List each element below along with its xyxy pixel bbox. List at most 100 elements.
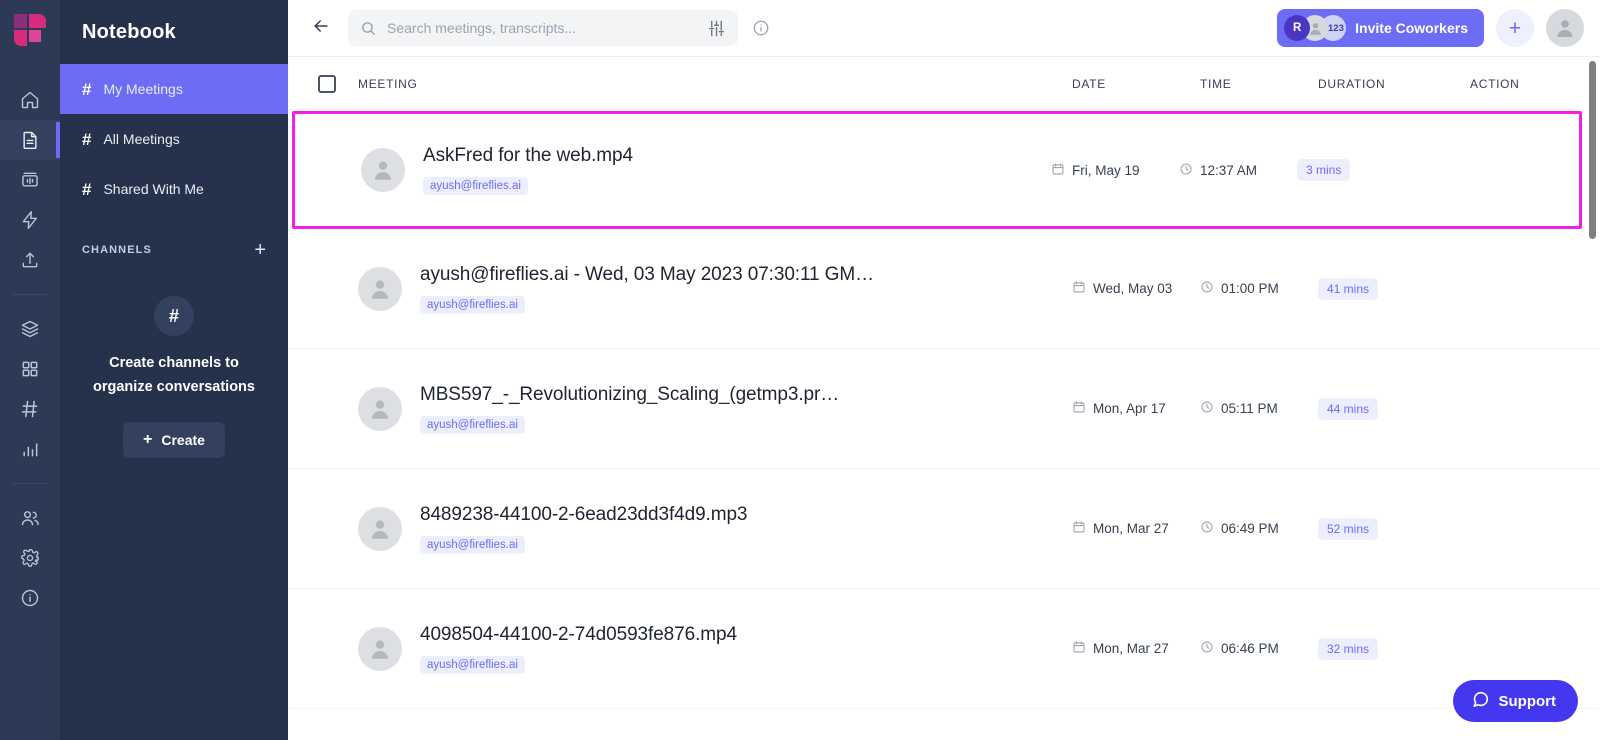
filter-sliders-icon[interactable]: [707, 19, 726, 38]
duration-badge: 52 mins: [1318, 517, 1379, 540]
meeting-cell: ayush@fireflies.ai - Wed, 03 May 2023 07…: [358, 264, 1072, 314]
table-row[interactable]: MBS597_-_Revolutionizing_Scaling_(getmp3…: [288, 349, 1600, 469]
meeting-cell: MBS597_-_Revolutionizing_Scaling_(getmp3…: [358, 384, 1072, 434]
table-row[interactable]: ayush@fireflies.ai - Wed, 03 May 2023 07…: [288, 229, 1600, 349]
meeting-avatar: [358, 266, 402, 311]
duration-badge: 44 mins: [1318, 397, 1379, 420]
rail-item-notebook[interactable]: [0, 120, 60, 160]
meeting-avatar: [358, 626, 402, 671]
sidebar-item-shared-with-me[interactable]: # Shared With Me: [60, 164, 288, 214]
meeting-title[interactable]: AskFred for the web.mp4: [423, 145, 633, 167]
search-input[interactable]: [387, 20, 697, 36]
rail-item-automations[interactable]: [0, 200, 60, 240]
meeting-owner-badge: ayush@fireflies.ai: [420, 415, 525, 434]
upload-icon: [20, 250, 40, 270]
clock-icon: [1200, 520, 1214, 537]
column-header-time: TIME: [1200, 77, 1232, 91]
invite-coworkers-button[interactable]: R +123 Invite Coworkers: [1277, 9, 1484, 47]
meeting-owner-badge: ayush@fireflies.ai: [420, 295, 525, 314]
sidebar-item-label: Shared With Me: [103, 181, 204, 197]
meeting-owner-badge: ayush@fireflies.ai: [420, 655, 525, 674]
document-icon: [20, 130, 40, 150]
rail-item-help[interactable]: [0, 578, 60, 618]
date-value: Mon, Mar 27: [1093, 641, 1169, 656]
rail-item-settings[interactable]: [0, 538, 60, 578]
rail-item-soundbites[interactable]: [0, 160, 60, 200]
meeting-title[interactable]: 8489238-44100-2-6ead23dd3f4d9.mp3: [420, 504, 747, 526]
date-cell: Mon, Apr 17: [1072, 400, 1200, 417]
rail-item-channels[interactable]: [0, 389, 60, 429]
select-all-checkbox[interactable]: [318, 75, 336, 93]
calendar-icon: [1072, 280, 1086, 297]
date-value: Mon, Mar 27: [1093, 521, 1169, 536]
meeting-info: ayush@fireflies.ai - Wed, 03 May 2023 07…: [420, 264, 874, 314]
invite-coworkers-label: Invite Coworkers: [1355, 20, 1468, 36]
search-bar[interactable]: [348, 10, 738, 46]
hash-icon: #: [82, 79, 92, 99]
grid-icon: [20, 359, 40, 379]
time-cell: 05:11 PM: [1200, 400, 1318, 417]
channels-label: CHANNELS: [82, 244, 152, 256]
user-avatar[interactable]: [1546, 9, 1584, 47]
rail-item-analytics[interactable]: [0, 429, 60, 469]
date-cell: Fri, May 19: [1051, 162, 1179, 179]
table-row[interactable]: 4098504-44100-2-74d0593fe876.mp4 ayush@fi…: [288, 589, 1600, 709]
back-button[interactable]: [308, 15, 334, 41]
page-title: Notebook: [82, 20, 176, 43]
meeting-info: 4098504-44100-2-74d0593fe876.mp4 ayush@fi…: [420, 624, 737, 674]
duration-badge: 41 mins: [1318, 277, 1379, 300]
info-circle-icon[interactable]: [752, 19, 770, 37]
date-cell: Mon, Mar 27: [1072, 640, 1200, 657]
fireflies-logo[interactable]: [0, 0, 60, 60]
clock-icon: [1200, 400, 1214, 417]
meeting-title[interactable]: 4098504-44100-2-74d0593fe876.mp4: [420, 624, 737, 646]
calendar-icon: [1072, 520, 1086, 537]
lightning-icon: [20, 210, 40, 230]
table-row[interactable]: AskFred for the web.mp4 ayush@fireflies.a…: [292, 111, 1582, 229]
channels-empty-state: # Create channels to organize conversati…: [60, 270, 288, 458]
meeting-title[interactable]: MBS597_-_Revolutionizing_Scaling_(getmp3…: [420, 384, 839, 406]
rail-item-team[interactable]: [0, 498, 60, 538]
meeting-cell: AskFred for the web.mp4 ayush@fireflies.a…: [361, 145, 1051, 195]
rail-item-upload[interactable]: [0, 240, 60, 280]
table-row[interactable]: 8489238-44100-2-6ead23dd3f4d9.mp3 ayush@f…: [288, 469, 1600, 589]
calendar-icon: [1051, 162, 1065, 179]
topbar-actions: R +123 Invite Coworkers +: [1277, 9, 1584, 47]
time-value: 01:00 PM: [1221, 281, 1279, 296]
rail-item-apps[interactable]: [0, 349, 60, 389]
rail-divider: [13, 294, 47, 295]
avatar: R: [1284, 15, 1311, 41]
column-header-duration: DURATION: [1318, 77, 1386, 91]
clock-icon: [1200, 280, 1214, 297]
search-icon: [360, 20, 377, 37]
time-cell: 12:37 AM: [1179, 162, 1297, 179]
notebook-sidebar: Notebook # My Meetings # All Meetings # …: [60, 0, 288, 740]
create-channel-button[interactable]: + Create: [123, 421, 225, 458]
sidebar-item-my-meetings[interactable]: # My Meetings: [60, 64, 288, 114]
channels-header: CHANNELS +: [60, 214, 288, 270]
meeting-owner-badge: ayush@fireflies.ai: [420, 535, 525, 554]
vertical-scrollbar[interactable]: [1589, 61, 1596, 239]
meetings-table: MEETING DATE TIME DURATION ACTION AskFre…: [288, 56, 1600, 740]
time-value: 06:46 PM: [1221, 641, 1279, 656]
channels-empty-text: Create channels to organize conversation…: [93, 355, 255, 395]
meeting-owner-badge: ayush@fireflies.ai: [423, 177, 528, 195]
duration-badge: 32 mins: [1318, 637, 1379, 660]
add-channel-button[interactable]: +: [254, 240, 266, 260]
column-header-action: ACTION: [1470, 77, 1520, 91]
time-value: 05:11 PM: [1221, 401, 1278, 416]
support-button[interactable]: Support: [1452, 680, 1578, 722]
top-bar: R +123 Invite Coworkers +: [288, 0, 1600, 56]
rail-item-topics[interactable]: [0, 309, 60, 349]
add-button[interactable]: +: [1496, 9, 1534, 47]
bar-chart-icon: [20, 439, 40, 459]
plus-icon: +: [143, 430, 153, 448]
meeting-title[interactable]: ayush@fireflies.ai - Wed, 03 May 2023 07…: [420, 264, 874, 286]
rail-item-home[interactable]: [0, 80, 60, 120]
home-icon: [20, 90, 40, 110]
meeting-avatar: [358, 506, 402, 551]
sidebar-item-all-meetings[interactable]: # All Meetings: [60, 114, 288, 164]
column-header-meeting: MEETING: [358, 77, 418, 91]
arrow-left-icon: [311, 16, 331, 41]
meeting-info: 8489238-44100-2-6ead23dd3f4d9.mp3 ayush@f…: [420, 504, 747, 554]
